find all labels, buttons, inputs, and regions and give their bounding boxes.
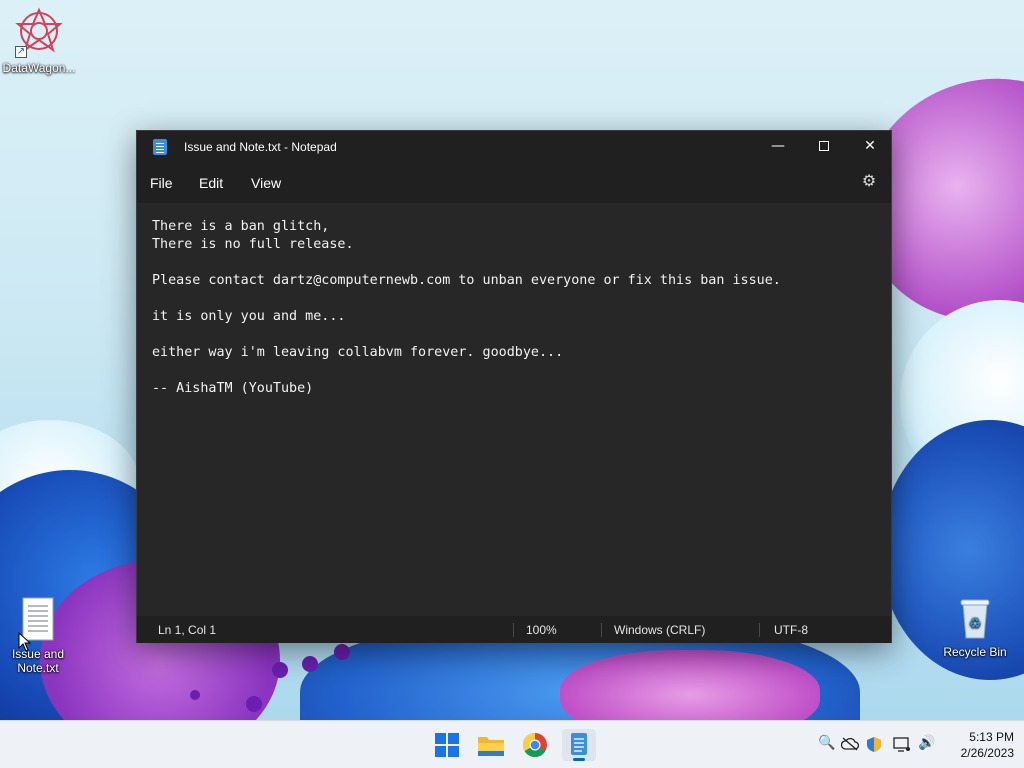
editor-line: either way i'm leaving collabvm forever.… (152, 345, 564, 360)
zoom-level: 100% (526, 623, 557, 637)
desktop-icon-label: Recycle Bin (943, 645, 1007, 659)
clock-date: 2/26/2023 (960, 746, 1014, 760)
editor-line: There is no full release. (152, 237, 354, 252)
folder-icon (478, 737, 504, 756)
editor-line: Please contact dartz@computernewb.com to… (152, 273, 781, 288)
settings-gear-icon[interactable]: ⚙ (859, 171, 879, 191)
maximize-icon (819, 141, 829, 151)
status-divider (759, 623, 760, 637)
mouse-cursor-icon (18, 632, 32, 652)
shortcut-arrow-icon: ↗ (15, 46, 27, 58)
editor-line: There is a ban glitch, (152, 219, 330, 234)
menu-edit[interactable]: Edit (199, 175, 223, 191)
chrome-icon (522, 733, 547, 758)
editor-line: -- AishaTM (YouTube) (152, 381, 314, 396)
desktop-icon-label: DataWagon... (2, 61, 76, 75)
taskbar: 🔍 🔊 5:13 PM 2/26/2023 (0, 720, 1024, 768)
cursor-position: Ln 1, Col 1 (158, 623, 217, 637)
notepad-window: Issue and Note.txt - Notepad — ✕ File Ed… (136, 130, 892, 643)
svg-text:♻: ♻ (969, 616, 982, 632)
desktop-icon-recycle-bin[interactable]: ♻ Recycle Bin (937, 596, 1013, 659)
close-button[interactable]: ✕ (847, 131, 893, 161)
status-divider (513, 623, 514, 637)
recycle-bin-icon: ♻ (960, 599, 990, 639)
title-bar[interactable]: Issue and Note.txt - Notepad — ✕ (137, 131, 891, 163)
cloud-offline-icon[interactable] (841, 737, 859, 751)
desktop-icon-datawagon[interactable]: ↗ DataWagon... (1, 6, 77, 75)
minimize-icon: — (771, 138, 785, 154)
start-button[interactable] (430, 729, 464, 761)
text-editor[interactable]: There is a ban glitch, There is no full … (137, 203, 891, 603)
notepad-taskbar-button[interactable] (562, 729, 596, 761)
menu-file[interactable]: File (150, 175, 173, 191)
line-ending: Windows (CRLF) (614, 623, 706, 637)
desktop-icon-issue-note[interactable]: Issue and Note.txt (0, 596, 76, 675)
window-title: Issue and Note.txt - Notepad (184, 140, 337, 154)
menu-view[interactable]: View (251, 175, 281, 191)
status-bar: Ln 1, Col 1 100% Windows (CRLF) UTF-8 (137, 616, 891, 643)
clock-time: 5:13 PM (969, 730, 1014, 744)
maximize-button[interactable] (801, 131, 847, 161)
network-icon[interactable] (893, 736, 911, 752)
encoding: UTF-8 (774, 623, 808, 637)
chrome-button[interactable] (518, 729, 552, 761)
windows-logo-icon (435, 733, 459, 757)
file-explorer-button[interactable] (474, 729, 508, 761)
menu-bar: File Edit View ⚙ (137, 163, 891, 203)
system-clock[interactable]: 5:13 PM 2/26/2023 (944, 729, 1014, 761)
security-shield-icon[interactable] (866, 736, 882, 753)
search-tool-icon[interactable]: 🔍 (818, 735, 835, 751)
notepad-icon (153, 139, 167, 155)
notepad-icon (571, 733, 587, 755)
close-icon: ✕ (864, 138, 876, 154)
status-divider (601, 623, 602, 637)
desktop-icon-label: Issue and Note.txt (11, 647, 65, 675)
minimize-button[interactable]: — (755, 131, 801, 161)
editor-line: it is only you and me... (152, 309, 346, 324)
volume-icon[interactable]: 🔊 (918, 735, 935, 751)
